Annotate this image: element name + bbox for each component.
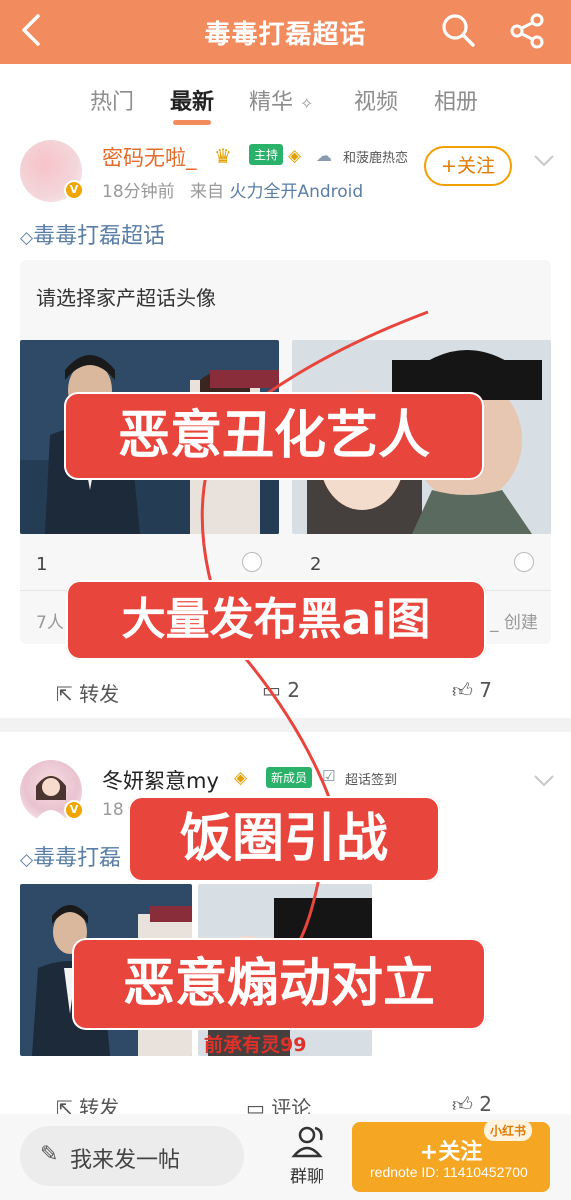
tab-album[interactable]: 相册 — [434, 84, 478, 116]
like-count: 7 — [479, 678, 492, 702]
post-time: 18分钟前 — [102, 182, 175, 202]
compose-button[interactable]: ✎ 我来发一帖 — [20, 1126, 244, 1186]
host-badge: 主持 — [249, 144, 284, 165]
repost-button[interactable]: ⇱ 转发 — [56, 678, 119, 707]
search-icon[interactable] — [440, 12, 476, 48]
verified-icon: V — [64, 180, 84, 200]
diamond-icon: ✧ — [300, 94, 314, 113]
vote-radio-2[interactable] — [514, 552, 534, 572]
comment-icon: ▭ — [262, 678, 281, 702]
supertopic-icon: ◇ — [20, 228, 34, 248]
tab-bar: 热门 最新 精华 ✧ 视频 相册 — [0, 80, 571, 130]
vote-title: 请选择家产超话头像 — [36, 286, 216, 310]
overlay-label-incite: 恶意煽动对立 — [72, 938, 486, 1030]
diamond-badge-icon: ◈ — [288, 146, 302, 166]
topic-label: 毒毒打磊 — [33, 846, 122, 871]
repost-label: 转发 — [79, 682, 120, 706]
overlay-label-ai-images: 大量发布黑ai图 — [66, 580, 486, 660]
vote-creator: _ 创建 — [490, 613, 538, 633]
tab-latest[interactable]: 最新 — [170, 84, 214, 116]
comment-count: 2 — [287, 678, 300, 702]
bottom-bar: ✎ 我来发一帖 群聊 +关注 小红书 — [0, 1114, 571, 1200]
chevron-down-icon[interactable] — [532, 768, 556, 792]
tab-hot[interactable]: 热门 — [90, 84, 134, 116]
overlay-label-defame: 恶意丑化艺人 — [64, 392, 484, 480]
supertopic-icon: ◇ — [20, 850, 34, 870]
post-separator — [0, 718, 571, 732]
new-member-badge: 新成员 — [266, 767, 313, 788]
like-button[interactable]: 👍︎ 7 — [452, 678, 492, 703]
tab-featured-label: 精华 — [249, 90, 294, 115]
tab-featured[interactable]: 精华 ✧ — [249, 84, 313, 116]
topic-label: 毒毒打磊超话 — [33, 224, 166, 249]
thumbs-up-icon: 👍︎ — [452, 1092, 473, 1116]
tab-video[interactable]: 视频 — [354, 84, 398, 116]
comment-button[interactable]: ▭ 2 — [262, 678, 300, 702]
chevron-down-icon[interactable] — [532, 148, 556, 172]
follow-button[interactable]: +关注 — [424, 146, 512, 186]
post-time: 18 — [102, 800, 124, 820]
overlay-label-fandom-war: 饭圈引战 — [128, 796, 440, 882]
diamond-badge-icon: ◈ — [234, 768, 248, 788]
checkin-badge: 超话签到 — [345, 773, 398, 788]
topic-link[interactable]: ◇毒毒打磊 — [20, 840, 121, 872]
top-bar: 毒毒打磊超话 — [0, 0, 571, 64]
crown-icon: ♛ — [214, 144, 232, 168]
verified-icon: V — [64, 800, 84, 820]
group-chat-label: 群聊 — [290, 1167, 324, 1187]
post-meta: 18分钟前 来自 火力全开Android — [102, 177, 363, 202]
author-name[interactable]: 密码无啦_ — [102, 142, 197, 172]
share-icon[interactable] — [508, 12, 546, 50]
author-name[interactable]: 冬妍絮意my — [102, 765, 219, 795]
vote-option-label-2: 2 — [310, 554, 322, 575]
like-count: 2 — [479, 1092, 492, 1116]
source-prefix: 来自 — [190, 182, 225, 202]
vote-option-label-1: 1 — [36, 554, 48, 575]
page-title: 毒毒打磊超话 — [204, 20, 367, 50]
thumbs-up-icon: 👍︎ — [452, 678, 473, 702]
fan-badge: 和菠鹿热恋 — [343, 151, 409, 166]
tab-active-indicator — [173, 120, 211, 125]
group-chat-icon — [291, 1126, 323, 1158]
repost-icon: ⇱ — [56, 682, 73, 706]
vote-count: 7人 — [36, 613, 64, 633]
watermark-id: rednote ID: 11410452700 — [370, 1164, 528, 1180]
pencil-icon: ✎ — [40, 1142, 59, 1167]
photo-caption: 前承有灵99 — [204, 1034, 307, 1056]
compose-label: 我来发一帖 — [70, 1148, 181, 1173]
topic-link[interactable]: ◇毒毒打磊超话 — [20, 218, 165, 250]
xiaohongshu-logo: 小红书 — [484, 1120, 533, 1141]
post-actions: ⇱ 转发 ▭ 2 👍︎ 7 — [0, 672, 571, 716]
cloud-icon: ☁ — [316, 146, 332, 165]
post-source[interactable]: 火力全开Android — [229, 182, 363, 202]
vote-radio-1[interactable] — [242, 552, 262, 572]
checkin-icon: ☑ — [322, 767, 336, 785]
